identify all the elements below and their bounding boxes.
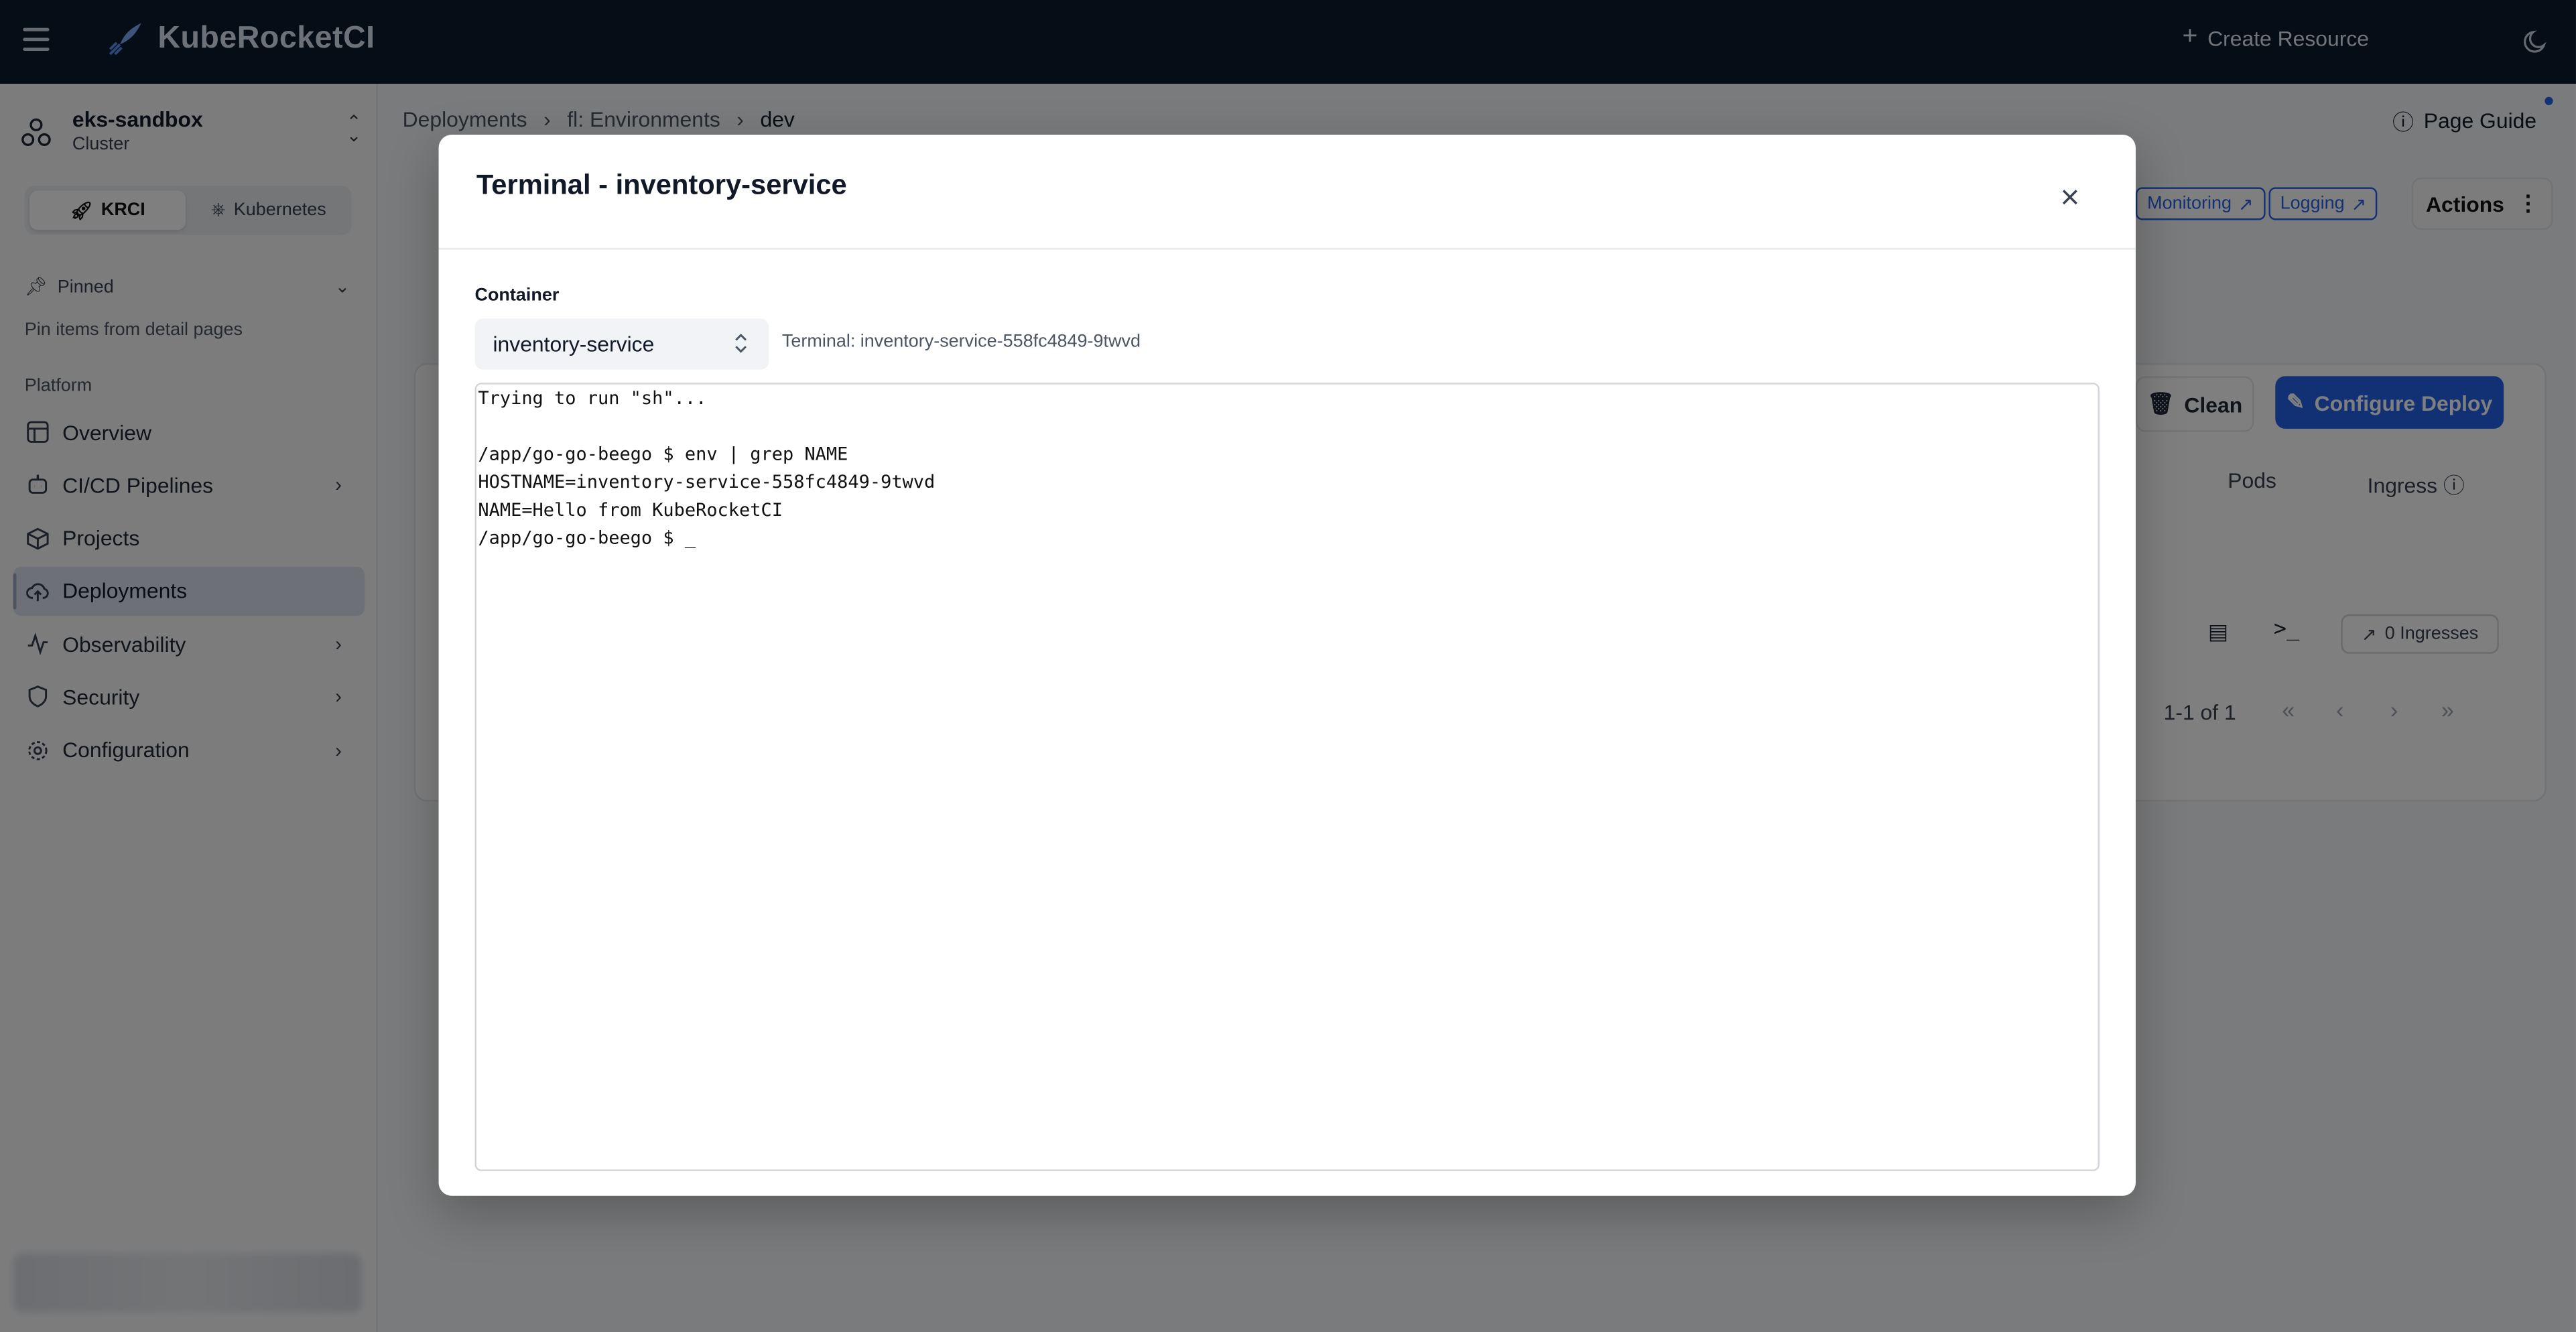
chevron-updown-icon [735,334,747,353]
divider [438,248,2136,250]
terminal-line: Trying to run "sh"... [478,387,707,409]
terminal-pod-label: Terminal: inventory-service-558fc4849-9t… [781,332,1141,352]
dialog-title: Terminal - inventory-service [476,169,847,201]
container-select-value: inventory-service [493,332,655,356]
close-icon[interactable] [2059,186,2081,208]
terminal-output[interactable]: Trying to run "sh"... /app/go-go-beego $… [474,383,2100,1171]
terminal-line: NAME=Hello from KubeRocketCI [478,499,783,521]
container-select[interactable]: inventory-service [474,318,769,370]
terminal-line: /app/go-go-beego $ _ [478,527,696,549]
container-label: Container [474,285,560,306]
terminal-dialog: Terminal - inventory-service Container i… [438,135,2136,1196]
terminal-line: HOSTNAME=inventory-service-558fc4849-9tw… [478,471,936,493]
terminal-line: /app/go-go-beego $ env | grep NAME [478,443,848,465]
